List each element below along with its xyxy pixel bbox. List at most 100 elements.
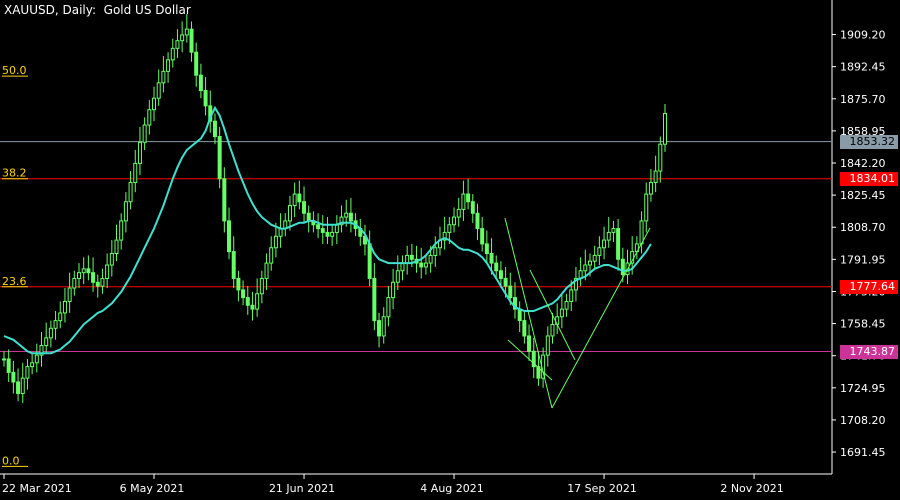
candle-body bbox=[287, 205, 292, 222]
candle-body bbox=[484, 243, 489, 255]
candle-body bbox=[156, 82, 161, 99]
candle-body bbox=[264, 262, 269, 279]
candle-body bbox=[611, 228, 616, 233]
candle-body bbox=[255, 293, 260, 310]
fib-level-label: 50.0 bbox=[2, 64, 27, 77]
candle-body bbox=[123, 201, 128, 222]
candle-body bbox=[639, 220, 644, 245]
candle-body bbox=[2, 358, 6, 361]
candle-body bbox=[372, 277, 377, 322]
trend-line[interactable] bbox=[504, 217, 553, 409]
candle-body bbox=[344, 212, 349, 218]
candle-body bbox=[498, 270, 503, 279]
candle-body bbox=[648, 182, 653, 195]
candle-body bbox=[302, 201, 307, 214]
candle-body bbox=[653, 170, 658, 184]
candle-body bbox=[231, 251, 236, 279]
candle-body bbox=[409, 254, 414, 260]
candle-body bbox=[503, 277, 508, 287]
candle-body bbox=[34, 354, 39, 364]
price-level-label: 1777.64 bbox=[840, 279, 898, 294]
candle-body bbox=[330, 231, 335, 237]
candle-body bbox=[137, 141, 142, 164]
candle-body bbox=[184, 28, 189, 36]
fib-level-label: 38.2 bbox=[2, 167, 27, 180]
candle-body bbox=[545, 335, 550, 356]
candle-body bbox=[259, 277, 264, 295]
candle-body bbox=[602, 239, 607, 249]
time-tick-label: 17 Sep 2021 bbox=[567, 482, 637, 495]
price-tick-label: 1808.70 bbox=[840, 221, 886, 234]
candle-body bbox=[72, 277, 77, 289]
time-tick-label: 21 Jun 2021 bbox=[269, 482, 335, 495]
candle-body bbox=[306, 212, 311, 222]
candle-body bbox=[53, 320, 58, 329]
candle-body bbox=[433, 247, 438, 256]
candle-body bbox=[152, 97, 157, 111]
candle-body bbox=[175, 40, 180, 49]
candle-body bbox=[466, 193, 471, 203]
candle-body bbox=[292, 193, 297, 207]
candle-body bbox=[663, 113, 667, 145]
candle-body bbox=[475, 212, 480, 230]
chart-title: XAUUSD, Daily: Gold US Dollar bbox=[4, 3, 191, 17]
candle-body bbox=[170, 47, 175, 61]
candle-body bbox=[592, 254, 597, 262]
price-level-label: 1853.32 bbox=[840, 134, 898, 149]
candle-body bbox=[489, 253, 494, 264]
candle-body bbox=[44, 337, 49, 347]
candle-body bbox=[222, 178, 227, 222]
time-tick-label: 6 May 2021 bbox=[120, 482, 185, 495]
candle-body bbox=[180, 34, 185, 42]
price-level-label: 1743.87 bbox=[840, 344, 898, 359]
candle-body bbox=[128, 182, 133, 203]
candle-body bbox=[11, 371, 16, 383]
price-tick-label: 1691.45 bbox=[840, 446, 886, 459]
candle-body bbox=[395, 270, 400, 283]
candle-body bbox=[517, 308, 522, 322]
candle-body bbox=[81, 268, 86, 274]
price-tick-label: 1909.20 bbox=[840, 29, 886, 42]
candle-body bbox=[644, 193, 649, 222]
candle-body bbox=[212, 120, 217, 138]
price-level-label: 1834.01 bbox=[840, 171, 898, 186]
candle-body bbox=[297, 193, 302, 203]
candle-body bbox=[189, 28, 194, 53]
candle-body bbox=[325, 231, 330, 237]
candle-body bbox=[508, 285, 513, 299]
candle-body bbox=[62, 300, 67, 314]
candle-body bbox=[58, 312, 63, 322]
candle-body bbox=[20, 377, 25, 394]
candle-body bbox=[405, 254, 410, 264]
candle-body bbox=[67, 287, 72, 302]
candle-body bbox=[105, 264, 110, 279]
candle-body bbox=[133, 162, 138, 184]
candle-body bbox=[166, 59, 171, 72]
price-chart[interactable]: 1909.201892.451875.701858.951842.201825.… bbox=[0, 0, 900, 500]
candle-body bbox=[620, 258, 625, 276]
candle-body bbox=[161, 70, 166, 84]
candle-body bbox=[423, 262, 428, 268]
candle-body bbox=[241, 289, 246, 299]
candle-body bbox=[119, 220, 124, 241]
candle-body bbox=[109, 253, 114, 266]
candle-body bbox=[348, 212, 353, 222]
candle-body bbox=[597, 247, 602, 256]
candle-body bbox=[527, 335, 532, 352]
candle-body bbox=[142, 124, 147, 143]
candle-body bbox=[320, 228, 325, 233]
candle-body bbox=[100, 277, 105, 287]
time-tick-label: 22 Mar 2021 bbox=[2, 482, 72, 495]
candle-body bbox=[419, 262, 424, 268]
time-tick-label: 2 Nov 2021 bbox=[720, 482, 783, 495]
price-tick-label: 1842.20 bbox=[840, 157, 886, 170]
candle-body bbox=[91, 272, 96, 283]
time-tick-label: 4 Aug 2021 bbox=[420, 482, 483, 495]
price-tick-label: 1791.95 bbox=[840, 253, 886, 266]
candle-body bbox=[381, 316, 386, 337]
candle-body bbox=[400, 262, 405, 272]
candle-body bbox=[95, 281, 100, 287]
candle-body bbox=[6, 358, 11, 373]
candle-body bbox=[269, 247, 274, 264]
candle-body bbox=[428, 254, 433, 264]
